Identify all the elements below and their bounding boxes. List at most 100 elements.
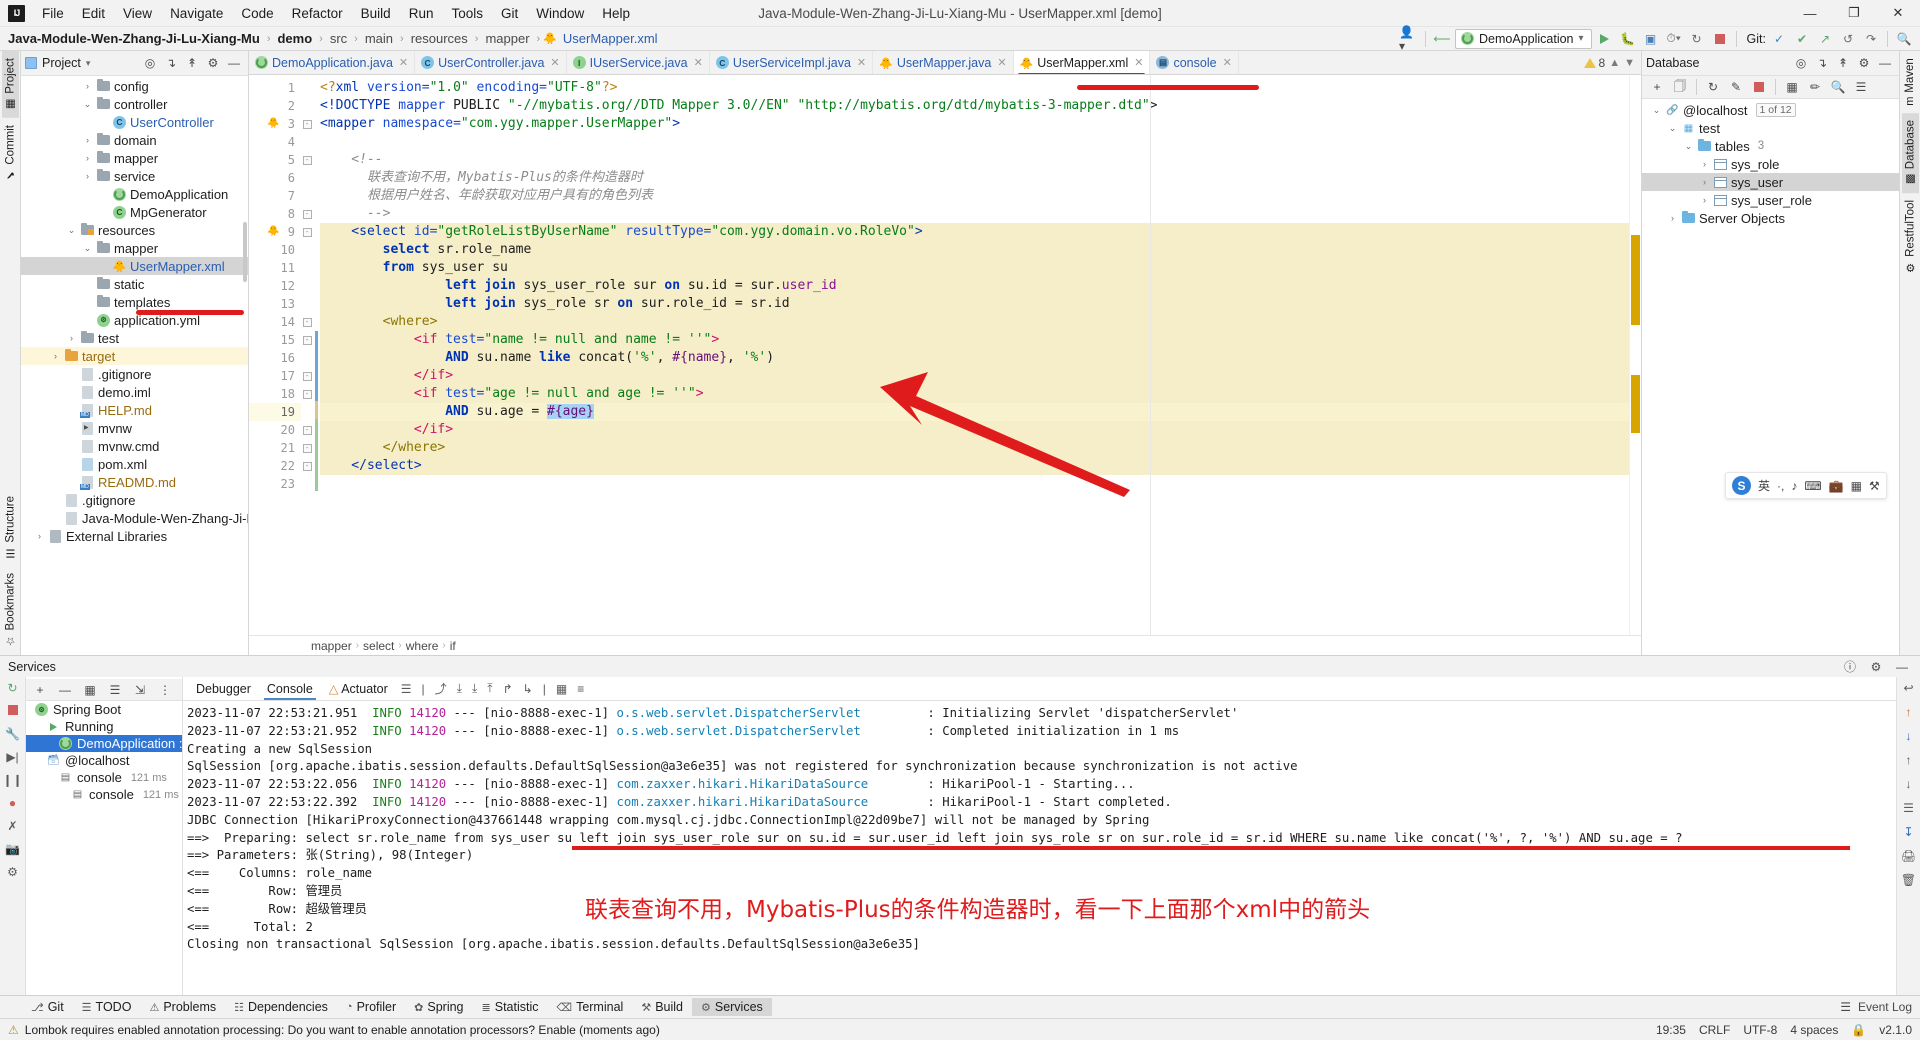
- sidebar-item-project[interactable]: ▦ Project: [2, 51, 19, 118]
- crumb-resources[interactable]: resources: [407, 30, 472, 47]
- project-tree-item[interactable]: ›mapper: [21, 149, 248, 167]
- tree-expand-arrow-icon[interactable]: ›: [82, 81, 93, 91]
- project-tree-item[interactable]: CUserController: [21, 113, 248, 131]
- sidebar-item-bookmarks[interactable]: ☆ Bookmarks: [2, 566, 19, 655]
- fold-marker[interactable]: -: [301, 205, 313, 223]
- fold-marker[interactable]: -: [301, 421, 313, 439]
- tree-expand-arrow-icon[interactable]: ›: [66, 333, 77, 343]
- project-tree-item[interactable]: CMpGenerator: [21, 203, 248, 221]
- crumb-project[interactable]: Java-Module-Wen-Zhang-Ji-Lu-Xiang-Mu: [4, 30, 264, 47]
- project-tree-item[interactable]: ›target: [21, 347, 248, 365]
- tree-expand-arrow-icon[interactable]: ›: [82, 153, 93, 163]
- stop-button[interactable]: [1710, 29, 1730, 49]
- project-tree-item[interactable]: READMD.md: [21, 473, 248, 491]
- expand-all-icon[interactable]: ↴: [161, 53, 181, 73]
- db-hide-panel-icon[interactable]: —: [1875, 53, 1895, 73]
- editor-tab-bar[interactable]: DemoApplication.java✕CUserController.jav…: [249, 51, 1641, 75]
- svc-add-icon[interactable]: +: [30, 680, 50, 700]
- db-expand-all-icon[interactable]: ↴: [1812, 53, 1832, 73]
- services-tab[interactable]: Console: [260, 679, 320, 699]
- error-stripe-column[interactable]: [1629, 75, 1641, 635]
- project-tree-item[interactable]: ›domain: [21, 131, 248, 149]
- sidebar-item-database[interactable]: ▩ Database: [1902, 113, 1919, 193]
- menu-navigate[interactable]: Navigate: [161, 3, 232, 24]
- code-line[interactable]: AND su.name like concat('%', #{name}, '%…: [320, 349, 1629, 367]
- collapse-all-icon[interactable]: ↟: [182, 53, 202, 73]
- crumb-main[interactable]: main: [361, 30, 397, 47]
- bottom-tab-problems[interactable]: ⚠Problems: [140, 998, 225, 1016]
- bottom-tab-dependencies[interactable]: ☷Dependencies: [225, 998, 337, 1016]
- project-tree-item[interactable]: Java-Module-Wen-Zhang-Ji-Lu-Xiang-: [21, 509, 248, 527]
- project-tree-item[interactable]: ›config: [21, 77, 248, 95]
- tree-expand-arrow-icon[interactable]: ›: [1699, 159, 1710, 169]
- breakpoint-icon[interactable]: ●: [9, 796, 16, 810]
- svc-remove-icon[interactable]: —: [55, 680, 75, 700]
- svc-expand-icon[interactable]: ⇲: [130, 680, 150, 700]
- svc-more-icon[interactable]: ⋮: [155, 680, 175, 700]
- code-line[interactable]: from sys_user su: [320, 259, 1629, 277]
- scroll-to-end-icon[interactable]: ↧: [1903, 825, 1913, 839]
- prev-problem-icon[interactable]: ▲: [1609, 57, 1620, 69]
- console-toolbar-icon[interactable]: ↱: [499, 682, 517, 696]
- project-tree-item[interactable]: mvnw.cmd: [21, 437, 248, 455]
- editor-tab[interactable]: IIUserService.java✕: [567, 51, 710, 74]
- tree-expand-arrow-icon[interactable]: ›: [50, 351, 61, 361]
- menu-code[interactable]: Code: [232, 3, 282, 24]
- fold-marker[interactable]: -: [301, 367, 313, 385]
- database-tree[interactable]: ⌄🔗@localhost1 of 12⌄▦test⌄tables3›sys_ro…: [1642, 99, 1899, 655]
- console-output[interactable]: 2023-11-07 22:53:21.951 INFO 14120 --- […: [183, 701, 1896, 995]
- bottom-tab-spring[interactable]: ✿Spring: [405, 998, 472, 1016]
- bottom-tab-services[interactable]: ⚙Services: [692, 998, 772, 1016]
- menu-git[interactable]: Git: [492, 3, 527, 24]
- ime-lang-label[interactable]: 英: [1758, 477, 1770, 494]
- project-tree-item[interactable]: ⚙application.yml: [21, 311, 248, 329]
- file-encoding[interactable]: UTF-8: [1743, 1023, 1777, 1037]
- editor-breadcrumb-item[interactable]: where: [406, 639, 439, 653]
- code-folding-gutter[interactable]: -----------: [301, 75, 313, 635]
- run-with-coverage-button[interactable]: ▣: [1641, 29, 1661, 49]
- close-button[interactable]: ✕: [1876, 0, 1920, 27]
- database-tree-item[interactable]: ›sys_user_role: [1642, 191, 1899, 209]
- git-push-icon[interactable]: ↗: [1815, 29, 1835, 49]
- project-tree-item[interactable]: DemoApplication: [21, 185, 248, 203]
- tab-close-icon[interactable]: ✕: [694, 56, 703, 69]
- menu-refactor[interactable]: Refactor: [283, 3, 352, 24]
- editor-breadcrumb-item[interactable]: if: [450, 639, 456, 653]
- menu-edit[interactable]: Edit: [73, 3, 114, 24]
- editor-tab[interactable]: ▤console✕: [1150, 51, 1238, 74]
- code-line[interactable]: 根据用户姓名、年龄获取对应用户具有的角色列表: [320, 187, 1629, 205]
- fold-marker[interactable]: [301, 133, 313, 151]
- event-log-label[interactable]: Event Log: [1858, 1000, 1912, 1014]
- ime-toolbox-icon[interactable]: 💼: [1829, 479, 1844, 493]
- console-toolbar-icon[interactable]: ⤓: [453, 681, 466, 696]
- project-tree-item[interactable]: static: [21, 275, 248, 293]
- project-tree-item[interactable]: demo.iml: [21, 383, 248, 401]
- bottom-tab-terminal[interactable]: ⌫Terminal: [548, 998, 633, 1016]
- services-tree-item[interactable]: ▤console121 ms: [26, 769, 182, 786]
- project-tree-scrollbar[interactable]: [243, 222, 247, 282]
- fold-marker[interactable]: -: [301, 331, 313, 349]
- editor-tab[interactable]: DemoApplication.java✕: [249, 51, 415, 74]
- database-tree-item[interactable]: ›sys_role: [1642, 155, 1899, 173]
- project-tree-item[interactable]: ›External Libraries: [21, 527, 248, 545]
- maximize-button[interactable]: ❐: [1832, 0, 1876, 27]
- mute-breakpoints-icon[interactable]: ✗: [7, 819, 17, 833]
- database-tree-item[interactable]: ⌄▦test: [1642, 119, 1899, 137]
- db-search-icon[interactable]: 🔍: [1828, 77, 1848, 97]
- editor-breadcrumbs[interactable]: mapper›select›where›if: [249, 635, 1641, 655]
- code-line[interactable]: left join sys_role sr on sur.role_id = s…: [320, 295, 1629, 313]
- hide-panel-icon[interactable]: —: [224, 53, 244, 73]
- menu-help[interactable]: Help: [593, 3, 639, 24]
- step-icon[interactable]: ▶|: [6, 750, 18, 764]
- fold-marker[interactable]: -: [301, 151, 313, 169]
- editor-breadcrumb-item[interactable]: mapper: [311, 639, 352, 653]
- project-tree-item[interactable]: 🐥UserMapper.xml: [21, 257, 248, 275]
- services-help-icon[interactable]: ⓘ: [1840, 657, 1860, 677]
- console-toolbar-icon[interactable]: ≡: [573, 682, 588, 696]
- svc-filter-icon[interactable]: ☰: [105, 680, 125, 700]
- add-datasource-icon[interactable]: +: [1647, 77, 1667, 97]
- tree-expand-arrow-icon[interactable]: ›: [1699, 177, 1710, 187]
- tree-expand-arrow-icon[interactable]: ⌄: [82, 243, 93, 254]
- services-tree-item[interactable]: ▤console121 ms: [26, 786, 182, 803]
- services-tab[interactable]: △ Actuator: [322, 678, 395, 699]
